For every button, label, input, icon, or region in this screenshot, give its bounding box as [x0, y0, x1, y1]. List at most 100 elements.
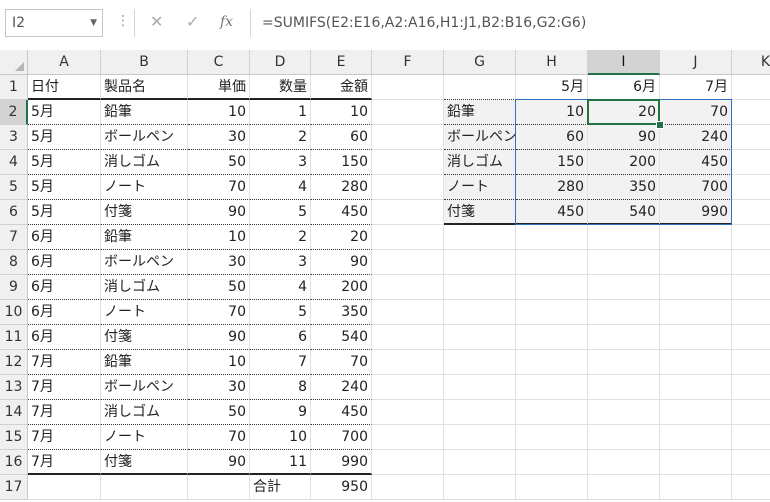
grid-cell[interactable]: [660, 350, 732, 375]
table-cell[interactable]: ノート: [101, 175, 188, 200]
summary-cell[interactable]: 10: [516, 100, 588, 125]
table-cell[interactable]: 50: [188, 275, 250, 300]
table-cell[interactable]: 消しゴム: [101, 150, 188, 175]
row-header-6[interactable]: 6: [0, 200, 28, 225]
grid-cell[interactable]: [372, 225, 444, 250]
grid-cell[interactable]: [660, 250, 732, 275]
grid-cell[interactable]: [660, 325, 732, 350]
table-cell[interactable]: ノート: [101, 425, 188, 450]
table-cell[interactable]: 200: [311, 275, 372, 300]
grid-cell[interactable]: [660, 225, 732, 250]
month-header[interactable]: 7月: [660, 75, 732, 100]
table-cell[interactable]: 7月: [28, 425, 101, 450]
formula-input[interactable]: =SUMIFS(E2:E16,A2:A16,H1:J1,B2:B16,G2:G6…: [262, 9, 586, 37]
grid-cell[interactable]: [588, 425, 660, 450]
column-header-b[interactable]: B: [101, 50, 188, 75]
summary-cell[interactable]: 60: [516, 125, 588, 150]
table-cell[interactable]: 6月: [28, 250, 101, 275]
table-cell[interactable]: 7月: [28, 400, 101, 425]
fill-handle[interactable]: [656, 121, 664, 129]
grid-cell[interactable]: [516, 475, 588, 500]
table-cell[interactable]: 60: [311, 125, 372, 150]
grid-cell[interactable]: [516, 300, 588, 325]
grid-cell[interactable]: [516, 400, 588, 425]
table-cell[interactable]: 50: [188, 400, 250, 425]
grid-cell[interactable]: [660, 400, 732, 425]
grid-cell[interactable]: [588, 475, 660, 500]
grid-cell[interactable]: [444, 450, 516, 475]
table-cell[interactable]: 2: [250, 225, 311, 250]
grid-cell[interactable]: [660, 275, 732, 300]
more-icon[interactable]: ⋮: [116, 13, 130, 29]
summary-cell[interactable]: 280: [516, 175, 588, 200]
grid-cell[interactable]: [660, 375, 732, 400]
table-cell[interactable]: 消しゴム: [101, 275, 188, 300]
table-cell[interactable]: 8: [250, 375, 311, 400]
grid-cell[interactable]: [444, 350, 516, 375]
grid-cell[interactable]: [372, 425, 444, 450]
product-label[interactable]: ボールペン: [444, 125, 516, 150]
grid-cell[interactable]: [732, 200, 770, 225]
row-header-10[interactable]: 10: [0, 300, 28, 325]
grid-cell[interactable]: [732, 225, 770, 250]
row-header-9[interactable]: 9: [0, 275, 28, 300]
grid-cell[interactable]: [372, 300, 444, 325]
month-header[interactable]: 5月: [516, 75, 588, 100]
table-cell[interactable]: 1: [250, 100, 311, 125]
table-cell[interactable]: 10: [188, 225, 250, 250]
column-header-c[interactable]: C: [188, 50, 250, 75]
grid-cell[interactable]: [732, 100, 770, 125]
table-cell[interactable]: 50: [188, 150, 250, 175]
table-cell[interactable]: 90: [311, 250, 372, 275]
cancel-icon[interactable]: ✕: [150, 12, 163, 31]
product-label[interactable]: 消しゴム: [444, 150, 516, 175]
table-cell[interactable]: ノート: [101, 300, 188, 325]
grid-cell[interactable]: [516, 225, 588, 250]
table-cell[interactable]: 4: [250, 275, 311, 300]
table-cell[interactable]: 消しゴム: [101, 400, 188, 425]
grid-cell[interactable]: [372, 350, 444, 375]
row-header-5[interactable]: 5: [0, 175, 28, 200]
grid-cell[interactable]: [444, 275, 516, 300]
table-cell[interactable]: 6: [250, 325, 311, 350]
row-header-4[interactable]: 4: [0, 150, 28, 175]
grid-cell[interactable]: [372, 400, 444, 425]
grid-cell[interactable]: [660, 450, 732, 475]
row-header-7[interactable]: 7: [0, 225, 28, 250]
grid-cell[interactable]: [660, 300, 732, 325]
row-header-15[interactable]: 15: [0, 425, 28, 450]
grid-cell[interactable]: [444, 300, 516, 325]
grid-cell[interactable]: [28, 475, 101, 500]
grid-cell[interactable]: [588, 275, 660, 300]
select-all-corner[interactable]: [0, 50, 28, 75]
grid-cell[interactable]: [372, 200, 444, 225]
grid-cell[interactable]: [444, 400, 516, 425]
product-label[interactable]: 付箋: [444, 200, 516, 225]
table-header-cell[interactable]: 単価: [188, 75, 250, 100]
chevron-down-icon[interactable]: ▼: [90, 10, 97, 36]
table-cell[interactable]: 鉛筆: [101, 350, 188, 375]
row-header-14[interactable]: 14: [0, 400, 28, 425]
grid-cell[interactable]: [444, 75, 516, 100]
table-cell[interactable]: 4: [250, 175, 311, 200]
table-cell[interactable]: 70: [188, 175, 250, 200]
grid-cell[interactable]: [516, 375, 588, 400]
table-cell[interactable]: 5: [250, 200, 311, 225]
table-header-cell[interactable]: 金額: [311, 75, 372, 100]
table-cell[interactable]: 7月: [28, 350, 101, 375]
row-header-1[interactable]: 1: [0, 75, 28, 100]
row-header-11[interactable]: 11: [0, 325, 28, 350]
grid-cell[interactable]: [516, 275, 588, 300]
summary-cell[interactable]: 200: [588, 150, 660, 175]
row-header-3[interactable]: 3: [0, 125, 28, 150]
table-cell[interactable]: 70: [311, 350, 372, 375]
table-cell[interactable]: 6月: [28, 300, 101, 325]
grid-cell[interactable]: [732, 150, 770, 175]
grid-cell[interactable]: [732, 175, 770, 200]
table-cell[interactable]: 540: [311, 325, 372, 350]
summary-cell[interactable]: 540: [588, 200, 660, 225]
row-header-2[interactable]: 2: [0, 100, 28, 125]
grid-cell[interactable]: [732, 450, 770, 475]
grid-cell[interactable]: [444, 250, 516, 275]
column-header-g[interactable]: G: [444, 50, 516, 75]
